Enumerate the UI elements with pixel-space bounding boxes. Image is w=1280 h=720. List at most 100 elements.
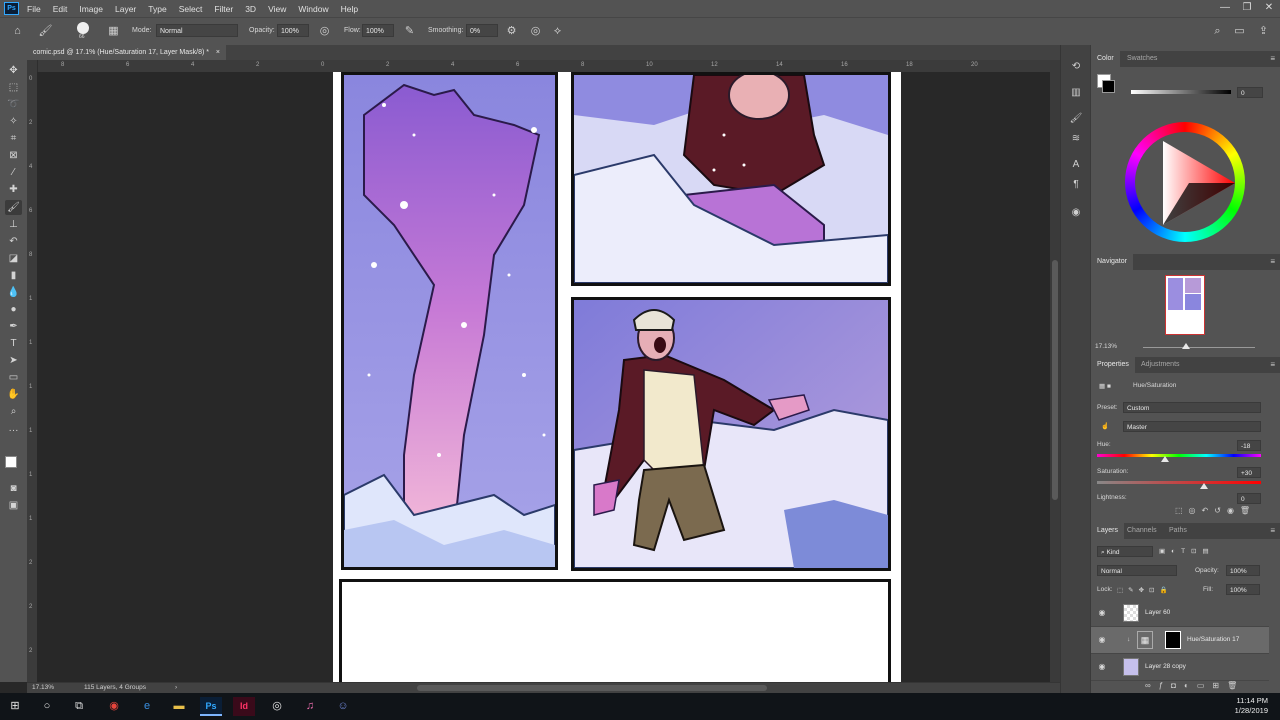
color-triangle[interactable] — [1149, 139, 1239, 229]
crop-tool-icon[interactable]: ⌗ — [5, 131, 22, 146]
opacity-field[interactable]: 100% — [277, 24, 309, 37]
paragraph-icon[interactable]: ¶ — [1068, 177, 1084, 193]
character-icon[interactable]: A — [1068, 157, 1084, 173]
hue-slider-thumb[interactable] — [1161, 456, 1169, 462]
tab-color[interactable]: Color — [1091, 51, 1120, 67]
frame-tool-icon[interactable]: ⊠ — [5, 148, 22, 163]
history-brush-tool-icon[interactable]: ↶ — [5, 234, 22, 249]
chrome-icon[interactable]: ◉ — [103, 697, 125, 716]
menu-view[interactable]: View — [268, 4, 286, 14]
type-tool-icon[interactable]: T — [5, 336, 22, 351]
navigator-menu-icon[interactable]: ≡ — [1270, 254, 1275, 270]
menu-file[interactable]: File — [27, 4, 41, 14]
file-explorer-icon[interactable]: ▬ — [168, 697, 190, 716]
magic-wand-tool-icon[interactable]: ✧ — [5, 114, 22, 129]
menu-window[interactable]: Window — [298, 4, 328, 14]
properties-menu-icon[interactable]: ≡ — [1270, 357, 1275, 373]
brush-tool-preset-icon[interactable]: 🖌 — [38, 24, 53, 39]
tab-layers[interactable]: Layers — [1091, 523, 1125, 539]
brightness-value[interactable]: 0 — [1237, 87, 1263, 98]
brush-presets-icon[interactable]: 🖌 — [1068, 111, 1084, 127]
vertical-scroll-thumb[interactable] — [1052, 260, 1058, 500]
layers-footer-icons[interactable]: ∞ƒ◘◐▭⊞🗑 — [1145, 681, 1279, 691]
menu-3d[interactable]: 3D — [245, 4, 256, 14]
menu-type[interactable]: Type — [148, 4, 166, 14]
photoshop-taskbar-icon[interactable]: Ps — [200, 697, 222, 716]
symmetry-icon[interactable]: ⟡ — [550, 24, 565, 39]
horizontal-scroll-thumb[interactable] — [417, 685, 767, 691]
smoothing-field[interactable]: 0% — [466, 24, 498, 37]
brightness-slider[interactable] — [1131, 90, 1231, 94]
navigator-zoom-slider[interactable] — [1143, 347, 1255, 348]
tab-adjustments[interactable]: Adjustments — [1135, 357, 1186, 373]
navigator-slider-thumb[interactable] — [1182, 343, 1190, 349]
close-tab-icon[interactable]: × — [216, 49, 220, 56]
saturation-slider-thumb[interactable] — [1200, 483, 1208, 489]
menu-edit[interactable]: Edit — [53, 4, 68, 14]
fill-field[interactable]: 100% — [1226, 584, 1260, 595]
quick-mask-icon[interactable]: ◙ — [5, 481, 22, 496]
comic-page[interactable] — [333, 72, 901, 682]
menu-select[interactable]: Select — [179, 4, 203, 14]
properties-footer-icons[interactable]: ⬚◎↶↺◉🗑 — [1175, 506, 1275, 517]
minimize-button[interactable]: — — [1214, 0, 1236, 17]
libraries-icon[interactable]: ◉ — [1068, 205, 1084, 221]
zoom-level[interactable]: 17.13% — [32, 684, 54, 691]
indesign-taskbar-icon[interactable]: Id — [233, 697, 255, 716]
workspace-icon[interactable]: ▭ — [1232, 24, 1247, 39]
tab-properties[interactable]: Properties — [1091, 357, 1135, 373]
menu-filter[interactable]: Filter — [214, 4, 233, 14]
obs-icon[interactable]: ◎ — [266, 697, 288, 716]
layer-opacity-field[interactable]: 100% — [1226, 565, 1260, 576]
move-tool-icon[interactable]: ✥ — [5, 63, 22, 78]
saturation-value[interactable]: +30 — [1237, 467, 1261, 478]
edge-icon[interactable]: e — [136, 697, 158, 716]
cortana-icon[interactable]: ○ — [36, 697, 58, 716]
zoom-tool-icon[interactable]: ⌕ — [5, 404, 22, 419]
hand-tool-icon[interactable]: ✋ — [5, 387, 22, 402]
visibility-eye-icon[interactable]: ◉ — [1097, 608, 1107, 618]
rectangle-tool-icon[interactable]: ▭ — [5, 370, 22, 385]
eyedropper-tool-icon[interactable]: ⁄ — [5, 165, 22, 180]
tab-navigator[interactable]: Navigator — [1091, 254, 1133, 270]
document-tab[interactable]: comic.psd @ 17.1% (Hue/Saturation 17, La… — [27, 45, 227, 60]
background-swatch[interactable] — [1102, 80, 1115, 93]
share-icon[interactable]: ⇪ — [1256, 24, 1271, 39]
levels-icon[interactable]: ▥ — [1068, 85, 1084, 101]
restore-button[interactable]: ❐ — [1236, 0, 1258, 17]
hue-value[interactable]: -18 — [1237, 440, 1261, 451]
menu-layer[interactable]: Layer — [115, 4, 136, 14]
more-tools-icon[interactable]: ··· — [5, 423, 22, 438]
brush-settings-dock-icon[interactable]: ≋ — [1068, 131, 1084, 147]
navigator-zoom[interactable]: 17.13% — [1095, 343, 1117, 350]
mode-select[interactable]: Normal — [156, 24, 238, 37]
visibility-eye-icon[interactable]: ◉ — [1097, 662, 1107, 672]
hue-slider[interactable] — [1097, 454, 1261, 457]
layer-name[interactable]: Layer 60 — [1145, 609, 1170, 616]
color-panel-menu-icon[interactable]: ≡ — [1270, 51, 1275, 67]
layer-row-active[interactable]: ◉ ↓ ▦ Hue/Saturation 17 — [1091, 627, 1269, 654]
pressure-size-icon[interactable]: ◎ — [528, 24, 543, 39]
layer-filter-icons[interactable]: ▣◐T⊡▤ — [1159, 547, 1215, 555]
layer-row[interactable]: ◉ Layer 28 copy — [1091, 654, 1269, 681]
task-view-icon[interactable]: ⧉ — [68, 697, 90, 716]
layer-mask-thumbnail[interactable] — [1165, 631, 1181, 649]
navigator-preview[interactable] — [1165, 275, 1205, 335]
visibility-eye-icon[interactable]: ◉ — [1097, 635, 1107, 645]
clone-stamp-tool-icon[interactable]: ⊥ — [5, 217, 22, 232]
path-selection-tool-icon[interactable]: ➤ — [5, 353, 22, 368]
airbrush-icon[interactable]: ✎ — [402, 24, 417, 39]
layer-name[interactable]: Hue/Saturation 17 — [1187, 636, 1239, 643]
search-icon[interactable]: ⌕ — [1210, 24, 1225, 39]
menu-image[interactable]: Image — [79, 4, 103, 14]
dodge-tool-icon[interactable]: ● — [5, 302, 22, 317]
gradient-tool-icon[interactable]: ▮ — [5, 268, 22, 283]
windows-start-icon[interactable]: ⊞ — [4, 697, 26, 716]
tab-swatches[interactable]: Swatches — [1121, 51, 1163, 67]
discord-icon[interactable]: ☺ — [332, 697, 354, 716]
foreground-color-swatch[interactable] — [5, 456, 17, 468]
eraser-tool-icon[interactable]: ◪ — [5, 251, 22, 266]
layer-name[interactable]: Layer 28 copy — [1145, 663, 1186, 670]
brush-tool-icon[interactable]: 🖌 — [5, 200, 22, 215]
blend-mode-select[interactable]: Normal — [1097, 565, 1177, 576]
